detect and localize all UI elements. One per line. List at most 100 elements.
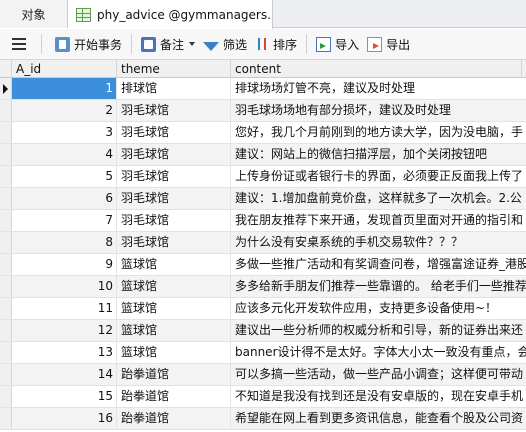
- table-row[interactable]: 1 排球馆 排球场场灯管不亮，建议及时处理: [0, 78, 526, 100]
- cell-a-id[interactable]: 4: [12, 144, 117, 165]
- cell-theme[interactable]: 篮球馆: [117, 298, 231, 319]
- cell-content[interactable]: 多做一些推广活动和有奖调查问卷，增强富途证券_港股: [231, 254, 526, 275]
- row-indicator[interactable]: [0, 122, 12, 143]
- cell-theme[interactable]: 排球馆: [117, 78, 231, 99]
- row-indicator[interactable]: [0, 386, 12, 407]
- cell-theme[interactable]: 羽毛球馆: [117, 100, 231, 121]
- tab-objects[interactable]: 对象: [0, 0, 68, 28]
- cell-content[interactable]: 建议：1.增加盘前竞价盘，这样就多了一次机会。2.公: [231, 188, 526, 209]
- cell-a-id[interactable]: 1: [12, 78, 117, 99]
- column-header-content[interactable]: content: [231, 60, 522, 78]
- sort-button[interactable]: 排序: [251, 31, 301, 57]
- cell-a-id[interactable]: 2: [12, 100, 117, 121]
- cell-a-id[interactable]: 11: [12, 298, 117, 319]
- cell-a-id[interactable]: 3: [12, 122, 117, 143]
- table-row[interactable]: 14 跆拳道馆 可以多搞一些活动，做一些产品小调查；这样便可带动: [0, 364, 526, 386]
- column-header-a-id[interactable]: A_id: [12, 60, 117, 78]
- cell-theme[interactable]: 羽毛球馆: [117, 232, 231, 253]
- table-row[interactable]: 2 羽毛球馆 羽毛球场场地有部分损坏，建议及时处理: [0, 100, 526, 122]
- column-header-theme[interactable]: theme: [117, 60, 231, 78]
- cell-a-id[interactable]: 8: [12, 232, 117, 253]
- filter-button[interactable]: 筛选: [199, 31, 251, 57]
- cell-theme[interactable]: 篮球馆: [117, 342, 231, 363]
- column-header-next[interactable]: s: [522, 60, 526, 78]
- import-icon: [316, 36, 332, 52]
- row-indicator[interactable]: [0, 276, 12, 297]
- cell-theme[interactable]: 跆拳道馆: [117, 364, 231, 385]
- cell-theme[interactable]: 羽毛球馆: [117, 188, 231, 209]
- table-row[interactable]: 7 羽毛球馆 我在朋友推荐下来开通，发现首页里面对开通的指引和: [0, 210, 526, 232]
- cell-a-id[interactable]: 10: [12, 276, 117, 297]
- table-row[interactable]: 3 羽毛球馆 您好，我几个月前刚到的地方读大学，因为没电脑，手: [0, 122, 526, 144]
- row-indicator[interactable]: [0, 364, 12, 385]
- cell-content[interactable]: 应该多元化开发软件应用，支持更多设备使用~！: [231, 298, 526, 319]
- row-indicator[interactable]: [0, 298, 12, 319]
- cell-theme[interactable]: 篮球馆: [117, 320, 231, 341]
- row-indicator[interactable]: [0, 100, 12, 121]
- row-indicator[interactable]: [0, 254, 12, 275]
- cell-content[interactable]: 不知道是我没有找到还是没有安卓版的，现在安卓手机: [231, 386, 526, 407]
- cell-a-id[interactable]: 9: [12, 254, 117, 275]
- cell-content[interactable]: 可以多搞一些活动，做一些产品小调查；这样便可带动: [231, 364, 526, 385]
- table-row[interactable]: 4 羽毛球馆 建议：网站上的微信扫描浮层，加个关闭按钮吧: [0, 144, 526, 166]
- cell-a-id[interactable]: 6: [12, 188, 117, 209]
- row-indicator[interactable]: [0, 408, 12, 429]
- tab-objects-label: 对象: [21, 7, 46, 22]
- memo-button[interactable]: 备注: [137, 31, 199, 57]
- begin-transaction-label: 开始事务: [74, 37, 123, 52]
- cell-content[interactable]: 为什么没有安桌系统的手机交易软件？？？: [231, 232, 526, 253]
- row-indicator[interactable]: [0, 188, 12, 209]
- begin-transaction-button[interactable]: 开始事务: [47, 31, 126, 57]
- table-row[interactable]: 13 篮球馆 banner设计得不是太好。字体大小太一致没有重点，会: [0, 342, 526, 364]
- cell-a-id[interactable]: 14: [12, 364, 117, 385]
- row-indicator[interactable]: [0, 144, 12, 165]
- table-row[interactable]: 5 羽毛球馆 上传身份证或者银行卡的界面，必须要正反面我上传了: [0, 166, 526, 188]
- cell-content[interactable]: 我在朋友推荐下来开通，发现首页里面对开通的指引和: [231, 210, 526, 231]
- cell-a-id[interactable]: 16: [12, 408, 117, 429]
- cell-content[interactable]: 您好，我几个月前刚到的地方读大学，因为没电脑，手: [231, 122, 526, 143]
- hamburger-menu-icon: [12, 38, 26, 50]
- table-row[interactable]: 16 跆拳道馆 希望能在网上看到更多资讯信息，能查看个股及公司资: [0, 408, 526, 430]
- row-indicator[interactable]: [0, 78, 12, 99]
- export-button[interactable]: 导出: [363, 31, 414, 57]
- cell-theme[interactable]: 篮球馆: [117, 276, 231, 297]
- cell-content[interactable]: 多多给新手朋友们推荐一些靠谱的。 给老手们一些推荐: [231, 276, 526, 297]
- export-label: 导出: [386, 37, 411, 52]
- cell-theme[interactable]: 羽毛球馆: [117, 122, 231, 143]
- cell-theme[interactable]: 跆拳道馆: [117, 408, 231, 429]
- table-row[interactable]: 12 篮球馆 建议出一些分析师的权威分析和引导，新的证券出来还: [0, 320, 526, 342]
- row-indicator[interactable]: [0, 342, 12, 363]
- cell-a-id[interactable]: 13: [12, 342, 117, 363]
- row-indicator-header: [0, 60, 12, 78]
- cell-theme[interactable]: 羽毛球馆: [117, 210, 231, 231]
- cell-a-id[interactable]: 5: [12, 166, 117, 187]
- table-row[interactable]: 10 篮球馆 多多给新手朋友们推荐一些靠谱的。 给老手们一些推荐: [0, 276, 526, 298]
- row-indicator[interactable]: [0, 232, 12, 253]
- row-indicator[interactable]: [0, 166, 12, 187]
- cell-a-id[interactable]: 15: [12, 386, 117, 407]
- cell-content[interactable]: 排球场场灯管不亮，建议及时处理: [231, 78, 526, 99]
- table-row[interactable]: 15 跆拳道馆 不知道是我没有找到还是没有安卓版的，现在安卓手机: [0, 386, 526, 408]
- cell-theme[interactable]: 羽毛球馆: [117, 144, 231, 165]
- import-button[interactable]: 导入: [312, 31, 363, 57]
- cell-content[interactable]: 上传身份证或者银行卡的界面，必须要正反面我上传了: [231, 166, 526, 187]
- cell-content[interactable]: 羽毛球场场地有部分损坏，建议及时处理: [231, 100, 526, 121]
- cell-content[interactable]: 希望能在网上看到更多资讯信息，能查看个股及公司资: [231, 408, 526, 429]
- chevron-down-icon[interactable]: [189, 42, 196, 46]
- cell-theme[interactable]: 篮球馆: [117, 254, 231, 275]
- table-row[interactable]: 8 羽毛球馆 为什么没有安桌系统的手机交易软件？？？: [0, 232, 526, 254]
- cell-theme[interactable]: 羽毛球馆: [117, 166, 231, 187]
- row-indicator[interactable]: [0, 320, 12, 341]
- menu-button[interactable]: [0, 31, 36, 57]
- row-indicator[interactable]: [0, 210, 12, 231]
- cell-content[interactable]: 建议出一些分析师的权威分析和引导，新的证券出来还: [231, 320, 526, 341]
- cell-content[interactable]: banner设计得不是太好。字体大小太一致没有重点，会: [231, 342, 526, 363]
- cell-a-id[interactable]: 7: [12, 210, 117, 231]
- table-row[interactable]: 9 篮球馆 多做一些推广活动和有奖调查问卷，增强富途证券_港股: [0, 254, 526, 276]
- cell-a-id[interactable]: 12: [12, 320, 117, 341]
- table-row[interactable]: 6 羽毛球馆 建议：1.增加盘前竞价盘，这样就多了一次机会。2.公: [0, 188, 526, 210]
- table-row[interactable]: 11 篮球馆 应该多元化开发软件应用，支持更多设备使用~！: [0, 298, 526, 320]
- cell-content[interactable]: 建议：网站上的微信扫描浮层，加个关闭按钮吧: [231, 144, 526, 165]
- cell-theme[interactable]: 跆拳道馆: [117, 386, 231, 407]
- tab-table-phy-advice[interactable]: phy_advice @gymmanagers...: [68, 0, 273, 29]
